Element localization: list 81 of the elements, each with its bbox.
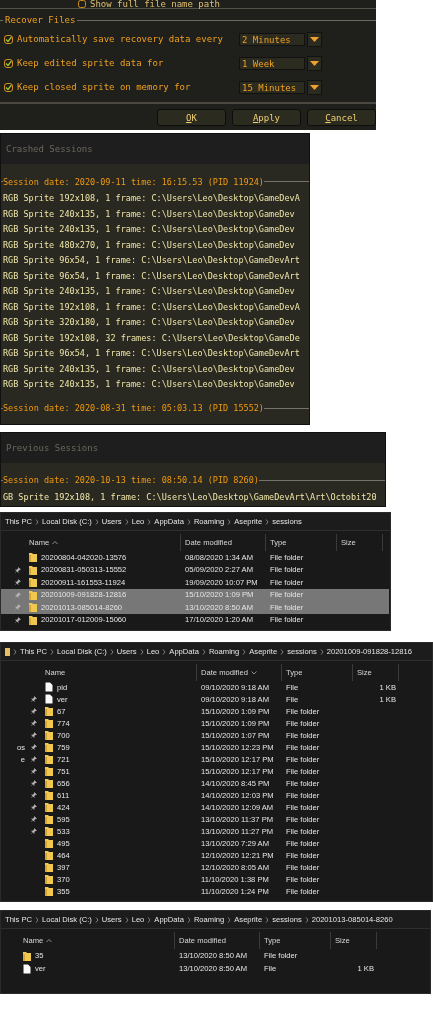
chevron-icon: [304, 916, 309, 923]
chevron-icon: [227, 916, 232, 923]
chevron-icon: [124, 518, 129, 525]
dropdown-button[interactable]: [307, 79, 322, 95]
caret-icon: [310, 60, 319, 66]
chevron-icon: [265, 916, 270, 923]
folder-icon: [45, 862, 53, 872]
sprite-entry[interactable]: RGB Sprite 96x54, 1 frame: C:\Users\Leo\Desktop\GameDevArt: [1, 253, 309, 269]
folder-icon: [45, 730, 53, 740]
chevron-icon: [162, 648, 167, 655]
option-label: Show full file name path: [90, 0, 221, 8]
chevron-icon: [147, 518, 152, 525]
checkbox[interactable]: [4, 34, 13, 44]
chevron-icon: [94, 916, 99, 923]
option-label: Keep edited sprite data for: [17, 58, 165, 68]
chevron-icon: [13, 648, 17, 655]
chevron-icon: [124, 916, 129, 923]
sprite-entry[interactable]: RGB Sprite 96x54, 1 frame: C:\Users\Leo\Desktop\GameDevArt: [1, 346, 309, 362]
chevron-icon: [227, 518, 232, 525]
chevron-icon: [186, 916, 191, 923]
chevron-icon: [147, 916, 152, 923]
dialog-button[interactable]: Cancel: [307, 109, 376, 126]
chevron-icon: [319, 648, 324, 655]
section-title: Recover Files: [5, 15, 76, 25]
chevron-icon: [109, 648, 114, 655]
chevron-icon: [35, 518, 39, 525]
sprite-entry[interactable]: RGB Sprite 192x108, 32 frames: C:\Users\Leo\Desktop\GameDe: [1, 330, 309, 346]
chevron-icon: [94, 518, 99, 525]
dropdown-button[interactable]: [307, 31, 322, 47]
caret-icon: [310, 84, 319, 90]
folder-icon: [45, 754, 53, 764]
option-label: Automatically save recovery data every: [17, 34, 224, 44]
folder-icon: [45, 874, 53, 884]
file-icon: [23, 963, 31, 974]
sprite-entry[interactable]: RGB Sprite 480x270, 1 frame: C:\Users\Leo\Desktop\GameDev: [1, 237, 309, 253]
sprite-entry[interactable]: RGB Sprite 240x135, 1 frame: C:\Users\Leo\Desktop\GameDev: [1, 377, 309, 393]
dropdown-field[interactable]: 2 Minutes: [239, 32, 305, 46]
session-header[interactable]: Session date: 2020-09-11 time: 16:15.53 (PID 11924): [3, 176, 264, 187]
folder-icon: [5, 647, 10, 656]
sprite-entry[interactable]: RGB Sprite 240x135, 1 frame: C:\Users\Leo\Desktop\GameDev: [1, 284, 309, 300]
sprite-entry[interactable]: RGB Sprite 240x135, 1 frame: C:\Users\Leo\Desktop\GameDev: [1, 206, 309, 222]
option-label: Keep closed sprite on memory for: [17, 82, 192, 92]
chevron-icon: [201, 648, 206, 655]
folder-icon: [45, 850, 53, 860]
chevron-icon: [50, 648, 54, 655]
folder-icon: [45, 718, 53, 728]
folder-icon: [45, 766, 53, 776]
folder-icon: [45, 814, 53, 824]
folder-icon: [45, 838, 53, 848]
checkbox[interactable]: [4, 82, 13, 92]
folder-icon: [45, 826, 53, 836]
folder-icon: [45, 886, 53, 896]
sprite-entry[interactable]: RGB Sprite 240x135, 1 frame: C:\Users\Leo\Desktop\GameDev: [1, 222, 309, 238]
sprite-entry[interactable]: RGB Sprite 192x108, 1 frame: C:\Users\Leo\Desktop\GameDevA: [1, 191, 309, 207]
folder-icon: [45, 778, 53, 788]
checkbox-icon: [78, 0, 86, 8]
sprite-entry[interactable]: GB Sprite 192x108, 1 frame: C:\Users\Leo\Desktop\GameDevArt\Art\Octobit20: [1, 489, 385, 505]
session-header[interactable]: Session date: 2020-10-13 time: 08:50.14 (PID 8260): [3, 475, 259, 485]
caret-icon: [310, 36, 319, 42]
session-header[interactable]: Session date: 2020-08-31 time: 05:03.13 (PID 15552): [3, 403, 264, 413]
dropdown-field[interactable]: 1 Week: [239, 56, 305, 70]
sprite-entry[interactable]: RGB Sprite 320x180, 1 frame: C:\Users\Leo\Desktop\GameDev: [1, 315, 309, 331]
chevron-icon: [280, 648, 285, 655]
sprite-entry[interactable]: RGB Sprite 240x135, 1 frame: C:\Users\Leo\Desktop\GameDev: [1, 361, 309, 377]
folder-icon: [45, 790, 53, 800]
sprite-entry[interactable]: RGB Sprite 96x54, 1 frame: C:\Users\Leo\Desktop\GameDevArt: [1, 268, 309, 284]
dropdown-button[interactable]: [307, 55, 322, 71]
checkbox[interactable]: [4, 58, 13, 68]
dialog-button[interactable]: OK: [157, 109, 226, 126]
chevron-icon: [265, 518, 270, 525]
dropdown-field[interactable]: 15 Minutes: [239, 80, 305, 94]
folder-icon: [23, 950, 31, 961]
chevron-icon: [139, 648, 144, 655]
chevron-icon: [242, 648, 247, 655]
dialog-button[interactable]: Apply: [232, 109, 301, 126]
folder-icon: [45, 742, 53, 752]
chevron-icon: [186, 518, 191, 525]
chevron-icon: [35, 916, 39, 923]
folder-icon: [45, 706, 53, 716]
folder-icon: [45, 802, 53, 812]
sprite-entry[interactable]: RGB Sprite 192x108, 1 frame: C:\Users\Leo\Desktop\GameDevA: [1, 299, 309, 315]
